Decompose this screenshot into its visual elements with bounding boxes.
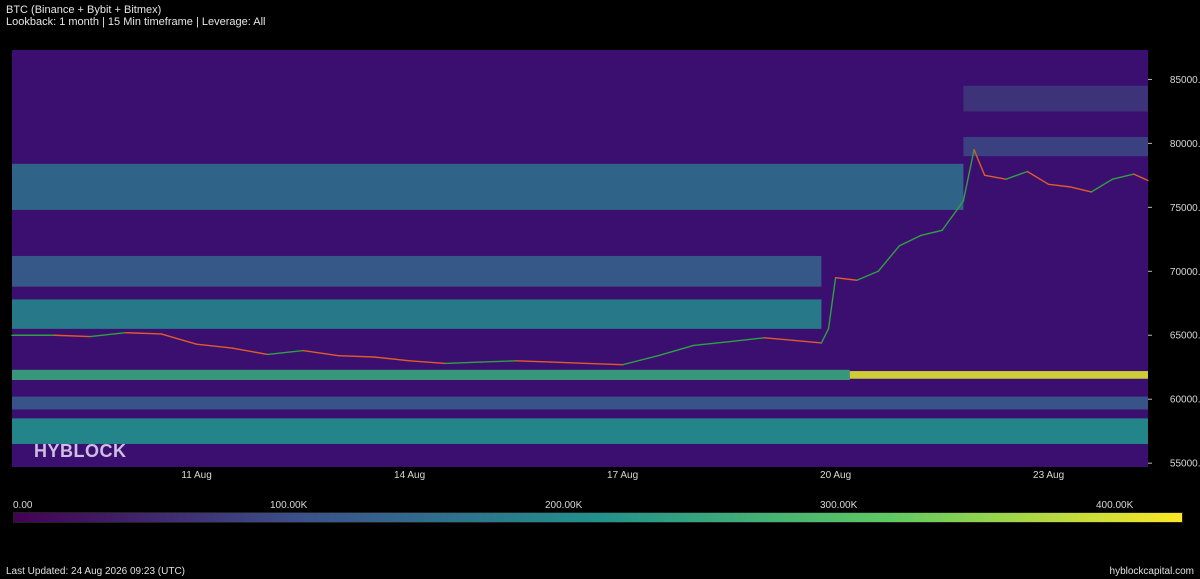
liquidation-band-6	[12, 163, 964, 210]
y-tick-label: 70000.0	[1170, 267, 1200, 278]
colorbar-label-200k: 200.00K	[545, 500, 583, 511]
colorbar-label-300k: 300.00K	[820, 500, 858, 511]
y-tick-label: 85000.0	[1170, 75, 1200, 86]
x-tick-label: 11 Aug	[181, 470, 211, 481]
y-axis: 55000.0 60000.0 65000.0 70000.0 75000.0 80000…	[1148, 75, 1200, 470]
site-link[interactable]: hyblockcapital.com	[1110, 566, 1194, 577]
x-tick-label: 23 Aug	[1033, 470, 1064, 481]
x-tick-label: 14 Aug	[394, 470, 425, 481]
liquidation-band-8	[963, 85, 1148, 112]
liquidation-band-3	[849, 371, 1148, 379]
liquidation-band-4	[12, 299, 822, 329]
colorbar	[13, 512, 1183, 523]
liquidation-band-0	[12, 418, 1148, 444]
liquidation-band-2	[12, 369, 850, 381]
liquidation-band-1	[12, 396, 1148, 410]
y-tick-label: 80000.0	[1170, 139, 1200, 150]
y-tick-label: 65000.0	[1170, 331, 1200, 342]
colorbar-label-400k: 400.00K	[1096, 500, 1134, 511]
x-tick-label: 20 Aug	[820, 470, 851, 481]
colorbar-label-100k: 100.00K	[270, 500, 308, 511]
x-axis: 11 Aug 14 Aug 17 Aug 20 Aug 23 Aug	[181, 470, 1064, 481]
hyblock-watermark: HYBLOCK	[34, 441, 127, 461]
x-tick-label: 17 Aug	[607, 470, 638, 481]
y-tick-label: 75000.0	[1170, 203, 1200, 214]
y-tick-label: 55000.0	[1170, 459, 1200, 470]
liquidation-band-5	[12, 255, 822, 287]
colorbar-label-0: 0.00	[13, 500, 33, 511]
heatmap-chart[interactable]: 11 Aug 14 Aug 17 Aug 20 Aug 23 Aug 55000.0 60…	[0, 0, 1200, 500]
liquidation-band-7	[963, 136, 1148, 157]
last-updated: Last Updated: 24 Aug 2026 09:23 (UTC)	[6, 566, 186, 577]
y-tick-label: 60000.0	[1170, 395, 1200, 406]
